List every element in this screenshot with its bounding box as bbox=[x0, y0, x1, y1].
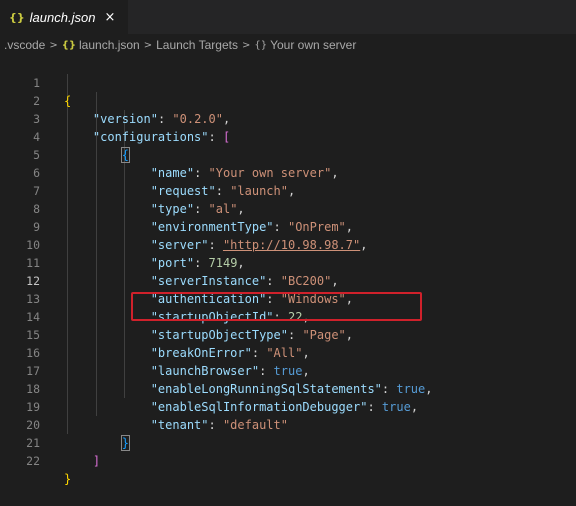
code-line: 3 "configurations": [ bbox=[0, 92, 576, 144]
breadcrumb-item-vscode[interactable]: .vscode bbox=[4, 38, 45, 52]
tab-bar: {} launch.json × bbox=[0, 0, 576, 34]
tab-label: launch.json bbox=[29, 10, 96, 25]
code-line: 17 "enableLongRunningSqlStatements": tru… bbox=[0, 344, 576, 396]
breadcrumb: .vscode > {} launch.json > Launch Target… bbox=[0, 34, 576, 56]
code-line: 13 "startupObjectId": 22, bbox=[0, 272, 576, 324]
brace-close: } bbox=[64, 472, 72, 486]
breadcrumb-item-launch-json[interactable]: launch.json bbox=[79, 38, 140, 52]
code-editor[interactable]: 1 { 2 "version": "0.2.0", 3 "configurati… bbox=[0, 56, 576, 486]
code-line: 1 { bbox=[0, 56, 576, 108]
code-line: 22 } bbox=[0, 434, 576, 486]
json-file-icon: {} bbox=[9, 11, 25, 24]
code-line: 8 "environmentType": "OnPrem", bbox=[0, 182, 576, 234]
breadcrumb-item-your-own-server[interactable]: Your own server bbox=[270, 38, 356, 52]
code-line: 7 "type": "al", bbox=[0, 164, 576, 216]
json-file-icon: {} bbox=[61, 39, 76, 51]
code-line: 11 "serverInstance": "BC200", bbox=[0, 236, 576, 288]
code-line: 12 "authentication": "Windows", bbox=[0, 254, 576, 306]
code-line: 9 "server": "http://10.98.98.7", bbox=[0, 200, 576, 252]
code-line: 2 "version": "0.2.0", bbox=[0, 74, 576, 126]
chevron-right-icon: > bbox=[49, 39, 58, 51]
breadcrumb-item-launch-targets[interactable]: Launch Targets bbox=[156, 38, 238, 52]
highlight-annotation-box bbox=[131, 292, 422, 321]
code-line: 21 ] bbox=[0, 416, 576, 468]
code-line: 18 "enableSqlInformationDebugger": true, bbox=[0, 362, 576, 414]
code-line: 16 "launchBrowser": true, bbox=[0, 326, 576, 378]
code-line: 10 "port": 7149, bbox=[0, 218, 576, 270]
line-number: 22 bbox=[26, 454, 40, 468]
close-icon[interactable]: × bbox=[104, 10, 115, 25]
chevron-right-icon: > bbox=[143, 39, 153, 51]
code-line: 4 { bbox=[0, 110, 576, 163]
code-line: 5 "name": "Your own server", bbox=[0, 128, 576, 180]
chevron-right-icon: > bbox=[241, 39, 251, 51]
code-line: 6 "request": "launch", bbox=[0, 146, 576, 198]
object-icon: {} bbox=[254, 39, 268, 51]
tab-launch-json[interactable]: {} launch.json × bbox=[0, 0, 128, 34]
code-line: 20 } bbox=[0, 398, 576, 451]
bracket-close: ] bbox=[92, 454, 101, 468]
code-line: 19 "tenant": "default" bbox=[0, 380, 576, 432]
